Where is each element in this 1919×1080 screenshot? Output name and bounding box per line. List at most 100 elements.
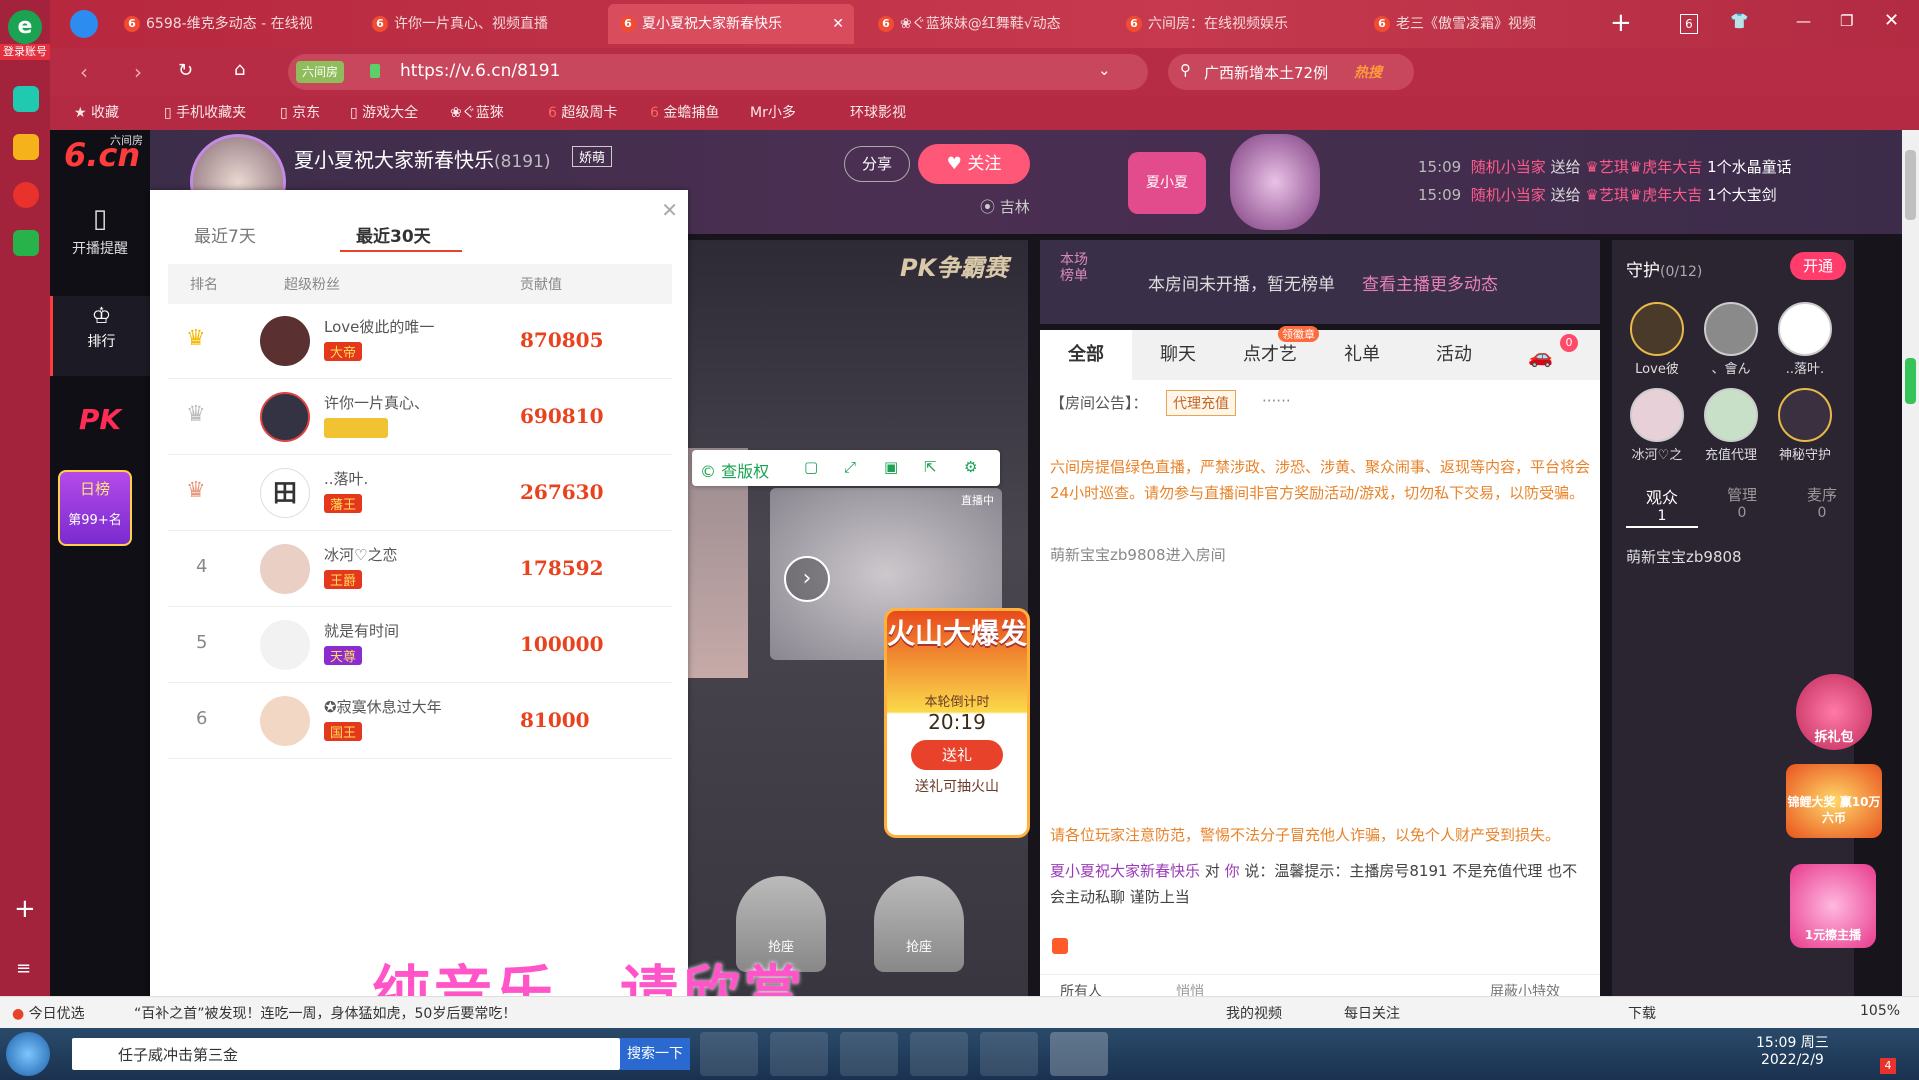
guard-avatar[interactable] — [1630, 302, 1684, 356]
tab-7days[interactable]: 最近7天 — [194, 222, 256, 247]
scroll-thumb[interactable] — [1905, 150, 1916, 220]
browser-tab[interactable]: 6 ❀ぐ蓝猍妹@红舞鞋√动态 — [866, 4, 1102, 44]
close-window-icon[interactable]: ✕ — [1884, 10, 1899, 31]
viewer-item[interactable]: 萌新宝宝zb9808 — [1626, 546, 1742, 567]
avatar[interactable] — [260, 392, 310, 442]
new-tab-icon[interactable]: + — [1610, 8, 1632, 38]
taskbar-app-icon[interactable] — [700, 1032, 758, 1076]
news-ticker[interactable]: “百补之首”被发现！连吃一周，身体猛如虎，50岁后要常吃！ — [134, 1003, 614, 1023]
add-icon[interactable]: + — [14, 894, 36, 924]
camera-icon[interactable] — [1052, 938, 1068, 954]
bookmark-item[interactable]: ▯ 手机收藏夹 — [164, 96, 246, 130]
download-link[interactable]: 下载 — [1628, 1003, 1656, 1023]
tab-activity[interactable]: 活动 — [1408, 330, 1500, 380]
browser-tab-active[interactable]: 6 夏小夏祝大家新春快乐 ✕ — [608, 4, 854, 44]
share-icon[interactable]: ⇱ — [924, 458, 937, 476]
minimize-icon[interactable]: — — [1796, 12, 1811, 30]
taskbar-folder-icon[interactable] — [980, 1032, 1038, 1076]
table-row[interactable]: ♛ Love彼此的唯一 大帝 870805 — [168, 304, 672, 379]
hot-search-label[interactable]: 热搜 — [1354, 62, 1382, 82]
nav-rank[interactable]: ♔ 排行 — [50, 296, 150, 376]
table-row[interactable]: 4 冰河♡之恋 王爵 178592 — [168, 532, 672, 607]
zoom-level[interactable]: 105% — [1860, 1003, 1900, 1019]
menu-icon[interactable]: ≡ — [16, 958, 31, 979]
back-icon[interactable]: ‹ — [80, 60, 88, 84]
taskbar-browser-icon[interactable] — [840, 1032, 898, 1076]
guard-avatar[interactable] — [1704, 302, 1758, 356]
table-row[interactable]: ♛ 田 ..落叶. 藩王 267630 — [168, 456, 672, 531]
close-tab-icon[interactable]: ✕ — [832, 4, 844, 44]
next-video-icon[interactable]: › — [784, 556, 830, 602]
home-icon[interactable]: ⌂ — [234, 59, 245, 80]
bookmark-item[interactable]: ▯ 游戏大全 — [350, 96, 418, 130]
copyright-button[interactable]: © 查版权 — [700, 458, 769, 482]
app-shortcut-icon[interactable] — [13, 86, 39, 112]
car-icon[interactable]: 🚗 — [1528, 344, 1553, 368]
search-input[interactable]: 广西新增本土72例 — [1204, 62, 1328, 83]
address-bar[interactable]: 六间房 https://v.6.cn/8191 ⌄ — [288, 54, 1148, 90]
nav-pk[interactable]: PK — [50, 390, 150, 450]
table-row[interactable]: 6 ✪寂寞休息过大年 国王 81000 — [168, 684, 672, 759]
tab-gifts[interactable]: 礼单 — [1316, 330, 1408, 380]
guard-avatar[interactable] — [1778, 388, 1832, 442]
avatar[interactable] — [260, 696, 310, 746]
dropdown-icon[interactable]: ⌄ — [1098, 61, 1111, 79]
bookmark-item[interactable]: 6 金蟾捕鱼 — [650, 96, 719, 130]
favorites-star-icon[interactable] — [13, 134, 39, 160]
avatar[interactable]: 田 — [260, 468, 310, 518]
bookmark-item[interactable]: Mr小多 — [750, 96, 796, 130]
tab-chat[interactable]: 聊天 — [1132, 330, 1224, 380]
guard-avatar[interactable] — [1778, 302, 1832, 356]
tab-count-badge[interactable]: 6 — [1680, 14, 1698, 34]
weibo-icon[interactable] — [13, 182, 39, 208]
promo-one-yuan[interactable]: 1元擦主播 — [1790, 864, 1876, 948]
open-guard-button[interactable]: 开通 — [1790, 252, 1846, 280]
notice-tag[interactable]: 代理充值 — [1166, 390, 1236, 416]
table-row[interactable]: 5 就是有时间 天尊 100000 — [168, 608, 672, 683]
bookmark-item[interactable]: ▯ 京东 — [280, 96, 320, 130]
url-text[interactable]: https://v.6.cn/8191 — [400, 61, 560, 81]
maximize-icon[interactable]: ❐ — [1840, 12, 1853, 30]
tab-admins[interactable]: 管理 0 — [1706, 484, 1778, 521]
nav-live-reminder[interactable]: ▯ 开播提醒 — [50, 204, 150, 284]
taskbar-active-app-icon[interactable] — [1050, 1032, 1108, 1076]
taskbar-search[interactable]: 任子威冲击第三金 — [72, 1038, 620, 1070]
login-button[interactable]: 登录账号 — [0, 44, 50, 60]
send-gift-button[interactable]: 送礼 — [911, 740, 1003, 770]
table-row[interactable]: ♛ 许你一片真心、 690810 — [168, 380, 672, 455]
search-go-button[interactable]: 搜索一下 — [620, 1038, 690, 1070]
seat-2[interactable]: 抢座 — [874, 876, 964, 972]
browser-tab[interactable]: 6 六间房：在线视频娱乐 — [1114, 4, 1350, 44]
my-video-link[interactable]: 我的视频 — [1226, 1003, 1282, 1023]
guard-avatar[interactable] — [1704, 388, 1758, 442]
settings-icon[interactable]: ⚙ — [964, 458, 977, 476]
bookmark-item[interactable]: ❀ぐ蓝猍 — [450, 96, 504, 130]
navigate-icon[interactable] — [70, 10, 98, 38]
browser-tab[interactable]: 6 老三《傲雪凌霜》视频 — [1362, 4, 1598, 44]
bookmark-item[interactable]: ★ 收藏 — [74, 96, 119, 130]
close-icon[interactable]: ✕ — [661, 198, 678, 222]
page-scrollbar[interactable] — [1902, 130, 1919, 996]
window-icon[interactable]: ▢ — [804, 458, 818, 476]
avatar[interactable] — [260, 544, 310, 594]
browser-tab[interactable]: 6 6598-维克多动态 - 在线视 — [112, 4, 348, 44]
follow-button[interactable]: ♥ 关注 — [918, 144, 1030, 184]
board-link[interactable]: 查看主播更多动态 — [1362, 270, 1498, 295]
scroll-marker[interactable] — [1905, 358, 1916, 404]
forward-icon[interactable]: › — [134, 60, 142, 84]
fullscreen-icon[interactable]: ⤢ — [844, 458, 856, 476]
tab-viewers[interactable]: 观众 1 — [1626, 484, 1698, 528]
bookmark-item[interactable]: 6 超级周卡 — [548, 96, 617, 130]
search-bar[interactable]: ⚲ 广西新增本土72例 热搜 — [1168, 54, 1414, 90]
notification-count[interactable]: 4 — [1880, 1058, 1896, 1074]
daily-follow-link[interactable]: 每日关注 — [1344, 1003, 1400, 1023]
promo-koi[interactable]: 锦鲤大奖 赢10万六币 — [1786, 764, 1882, 838]
event-card[interactable]: 火山大爆发 本轮倒计时 20:19 送礼 送礼可抽火山 — [884, 608, 1030, 838]
daily-picks[interactable]: ● 今日优选 — [12, 1003, 85, 1023]
tab-queue[interactable]: 麦序 0 — [1786, 484, 1858, 521]
taskbar-chrome-icon[interactable] — [910, 1032, 968, 1076]
guard-avatar[interactable] — [1630, 388, 1684, 442]
browser-tab[interactable]: 6 许你一片真心、视频直播 — [360, 4, 596, 44]
bookmark-item[interactable]: 环球影视 — [850, 96, 906, 130]
tab-all[interactable]: 全部 — [1040, 330, 1132, 380]
